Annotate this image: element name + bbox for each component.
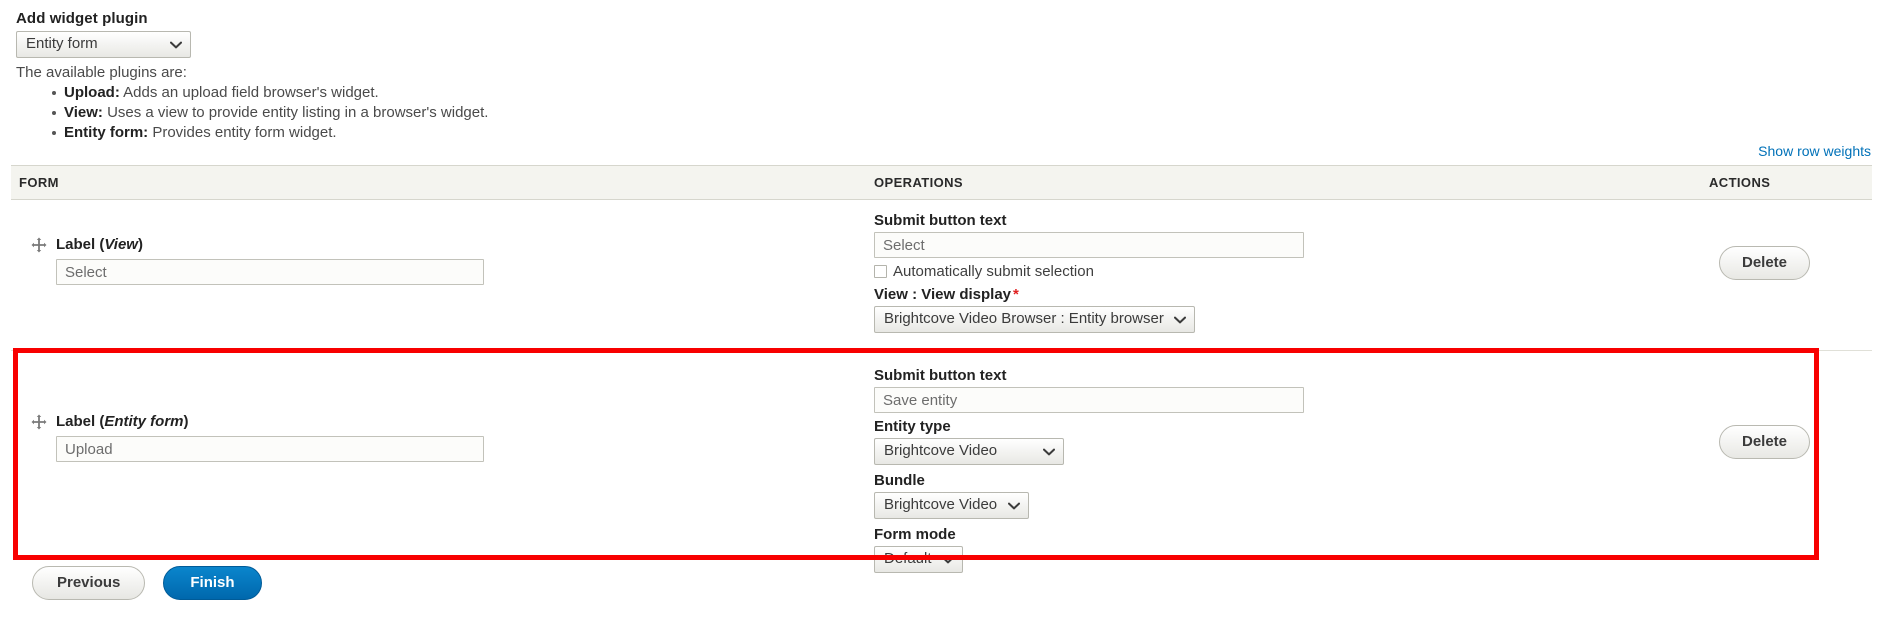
- form-mode-select[interactable]: Default: [874, 546, 963, 573]
- view-display-select[interactable]: Brightcove Video Browser : Entity browse…: [874, 306, 1195, 333]
- previous-button[interactable]: Previous: [32, 566, 146, 600]
- view-display-label-text: View : View display: [874, 286, 1012, 303]
- operations-cell: Submit button text Automatically submit …: [866, 199, 1701, 351]
- row-title-suffix: ): [183, 413, 189, 430]
- available-plugins-text: The available plugins are:: [16, 64, 187, 81]
- list-item: Upload: Adds an upload field browser's w…: [52, 83, 1883, 103]
- column-header-actions: ACTIONS: [1709, 175, 1771, 190]
- entity-type-label: Entity type: [874, 418, 951, 435]
- add-widget-plugin-label: Add widget plugin: [16, 10, 148, 27]
- delete-button[interactable]: Delete: [1719, 246, 1811, 280]
- submit-button-text-input[interactable]: [874, 232, 1304, 258]
- auto-submit-checkbox[interactable]: [874, 265, 887, 278]
- operations-cell: Submit button text Entity type Brightcov…: [866, 351, 1701, 591]
- auto-submit-label[interactable]: Automatically submit selection: [893, 263, 1094, 280]
- table-row: Label (View) Submit button text Automati…: [11, 199, 1872, 351]
- add-widget-plugin-select[interactable]: Entity form: [16, 31, 191, 58]
- actions-cell: Delete: [1701, 199, 1872, 351]
- row-title-suffix: ): [137, 236, 143, 253]
- entity-type-select-wrap: Brightcove Video: [874, 438, 1064, 465]
- row-title: Label (Entity form): [56, 413, 189, 430]
- column-header-form: FORM: [19, 175, 59, 190]
- form-mode-select-wrap: Default: [874, 546, 963, 573]
- plugin-desc: Adds an upload field browser's widget.: [119, 84, 379, 101]
- row-title-line: Label (Entity form): [31, 413, 858, 430]
- bundle-select-wrap: Brightcove Video: [874, 492, 1029, 519]
- submit-button-text-input[interactable]: [874, 387, 1304, 413]
- table-row: Label (Entity form) Submit button text E…: [11, 351, 1872, 591]
- required-marker: *: [1013, 286, 1019, 303]
- form-actions-bar: Previous Finish: [32, 566, 262, 600]
- widget-table-body: Label (View) Submit button text Automati…: [11, 199, 1872, 591]
- show-row-weights-container: Show row weights: [0, 143, 1883, 165]
- submit-button-text-label: Submit button text: [874, 212, 1007, 229]
- plugin-name: Upload:: [64, 84, 120, 101]
- row-label-input[interactable]: [56, 436, 484, 462]
- row-title-prefix: Label (: [56, 236, 105, 253]
- plugin-desc: Provides entity form widget.: [148, 124, 337, 141]
- actions-cell: Delete: [1701, 351, 1872, 591]
- row-title-plugin: View: [104, 236, 138, 253]
- widget-table-head: FORM OPERATIONS ACTIONS: [11, 165, 1872, 200]
- row-title: Label (View): [56, 236, 143, 253]
- column-header-operations: OPERATIONS: [874, 175, 963, 190]
- table-header-row: FORM OPERATIONS ACTIONS: [11, 165, 1872, 200]
- view-display-select-row: Brightcove Video Browser : Entity browse…: [874, 306, 1693, 333]
- view-display-label: View : View display *: [874, 286, 1693, 303]
- view-display-select-wrap: Brightcove Video Browser : Entity browse…: [874, 306, 1195, 333]
- finish-button[interactable]: Finish: [163, 566, 262, 600]
- form-mode-select-row: Default: [874, 546, 1693, 573]
- plugin-name: View:: [64, 104, 103, 121]
- plugin-desc: Uses a view to provide entity listing in…: [102, 104, 489, 121]
- row-label-input[interactable]: [56, 259, 484, 285]
- plugin-name: Entity form:: [64, 124, 149, 141]
- add-widget-plugin-block: Add widget plugin Entity form The availa…: [0, 0, 1883, 143]
- row-title-prefix: Label (: [56, 413, 105, 430]
- form-cell: Label (Entity form): [11, 351, 866, 591]
- form-mode-label: Form mode: [874, 526, 956, 543]
- row-title-line: Label (View): [31, 236, 858, 253]
- auto-submit-line: Automatically submit selection: [874, 263, 1693, 280]
- drag-move-icon[interactable]: [31, 414, 47, 430]
- entity-type-select[interactable]: Brightcove Video: [874, 438, 1064, 465]
- submit-button-text-label: Submit button text: [874, 367, 1007, 384]
- widget-table: FORM OPERATIONS ACTIONS Label (View) Sel…: [11, 165, 1872, 591]
- show-row-weights-link[interactable]: Show row weights: [1758, 143, 1871, 159]
- form-cell: Label (View): [11, 199, 866, 351]
- bundle-select[interactable]: Brightcove Video: [874, 492, 1029, 519]
- plugin-description-list: Upload: Adds an upload field browser's w…: [16, 83, 1883, 143]
- bundle-label: Bundle: [874, 472, 925, 489]
- delete-button[interactable]: Delete: [1719, 425, 1811, 459]
- list-item: View: Uses a view to provide entity list…: [52, 103, 1883, 123]
- list-item: Entity form: Provides entity form widget…: [52, 123, 1883, 143]
- drag-move-icon[interactable]: [31, 237, 47, 253]
- entity-type-select-row: Brightcove Video: [874, 438, 1693, 465]
- add-widget-plugin-select-wrap: Entity form: [16, 31, 191, 58]
- row-title-plugin: Entity form: [104, 413, 184, 430]
- bundle-select-row: Brightcove Video: [874, 492, 1693, 519]
- page-root: Add widget plugin Entity form The availa…: [0, 0, 1883, 619]
